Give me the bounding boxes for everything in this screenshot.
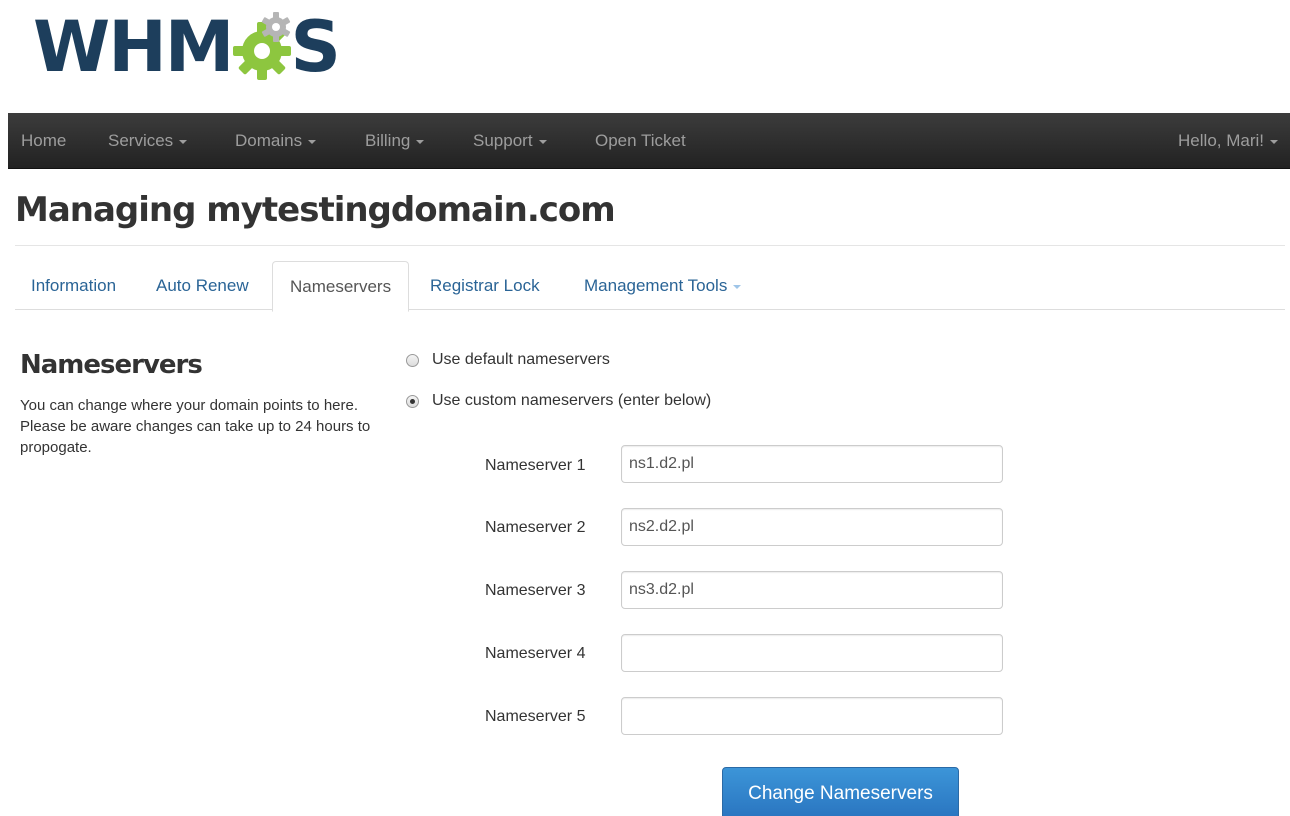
- nameserver-2-input[interactable]: [621, 508, 1003, 546]
- option-default-nameservers[interactable]: Use default nameservers: [406, 351, 610, 369]
- nameserver-1-label: Nameserver 1: [485, 457, 586, 474]
- tabs-divider: [15, 309, 1285, 310]
- section-heading: Nameservers: [20, 350, 203, 380]
- nav-support-label: Support: [473, 131, 533, 150]
- tab-information[interactable]: Information: [31, 276, 116, 296]
- top-navbar: Home Services Domains Billing Support Op…: [8, 113, 1290, 169]
- user-menu[interactable]: Hello, Mari!: [1178, 113, 1278, 168]
- nav-billing-label: Billing: [365, 131, 411, 150]
- gear-icon: [230, 11, 294, 83]
- nav-services[interactable]: Services: [108, 113, 188, 168]
- radio-default-nameservers[interactable]: [406, 353, 419, 367]
- nav-open-ticket-label: Open Ticket: [595, 131, 686, 150]
- radio-custom-nameservers[interactable]: [406, 394, 419, 408]
- change-nameservers-button[interactable]: Change Nameservers: [722, 767, 959, 816]
- nav-support[interactable]: Support: [473, 113, 547, 168]
- tab-management-tools[interactable]: Management Tools: [584, 276, 742, 296]
- tab-nameservers[interactable]: Nameservers: [272, 261, 410, 312]
- nameserver-4-label: Nameserver 4: [485, 645, 586, 662]
- page-title: Managing mytestingdomain.com: [15, 190, 616, 230]
- tab-auto-renew-label: Auto Renew: [156, 276, 249, 295]
- user-greeting: Hello, Mari!: [1178, 131, 1264, 150]
- nameserver-1-input[interactable]: [621, 445, 1003, 483]
- tab-nameservers-label: Nameservers: [290, 277, 392, 296]
- chevron-down-icon: [416, 139, 425, 144]
- nameserver-5-input[interactable]: [621, 697, 1003, 735]
- section-description: You can change where your domain points …: [20, 397, 371, 456]
- nav-home[interactable]: Home: [21, 113, 66, 168]
- tab-registrar-lock-label: Registrar Lock: [430, 276, 540, 295]
- chevron-down-icon: [179, 139, 188, 144]
- title-divider: [15, 245, 1285, 246]
- nav-billing[interactable]: Billing: [365, 113, 425, 168]
- chevron-down-icon: [733, 284, 742, 289]
- tab-information-label: Information: [31, 276, 117, 295]
- nav-domains[interactable]: Domains: [235, 113, 317, 168]
- nameserver-5-label: Nameserver 5: [485, 708, 586, 725]
- nav-domains-label: Domains: [235, 131, 303, 150]
- chevron-down-icon: [308, 139, 317, 144]
- nameserver-3-input[interactable]: [621, 571, 1003, 609]
- tab-auto-renew[interactable]: Auto Renew: [156, 276, 249, 296]
- nav-home-label: Home: [21, 131, 67, 150]
- chevron-down-icon: [1270, 139, 1278, 144]
- tab-management-tools-label: Management Tools: [584, 276, 728, 295]
- logo-text-right: S: [290, 6, 340, 88]
- nav-open-ticket[interactable]: Open Ticket: [595, 113, 686, 168]
- option-custom-nameservers[interactable]: Use custom nameservers (enter below): [406, 392, 711, 410]
- tab-registrar-lock[interactable]: Registrar Lock: [430, 276, 540, 296]
- nameserver-4-input[interactable]: [621, 634, 1003, 672]
- option-custom-label: Use custom nameservers (enter below): [432, 392, 712, 409]
- whmcs-logo[interactable]: WHM S: [33, 5, 341, 89]
- nav-services-label: Services: [108, 131, 174, 150]
- nameserver-3-label: Nameserver 3: [485, 582, 586, 599]
- nameserver-2-label: Nameserver 2: [485, 519, 586, 536]
- option-default-label: Use default nameservers: [432, 351, 610, 368]
- logo-text-left: WHM: [33, 6, 234, 88]
- chevron-down-icon: [538, 139, 547, 144]
